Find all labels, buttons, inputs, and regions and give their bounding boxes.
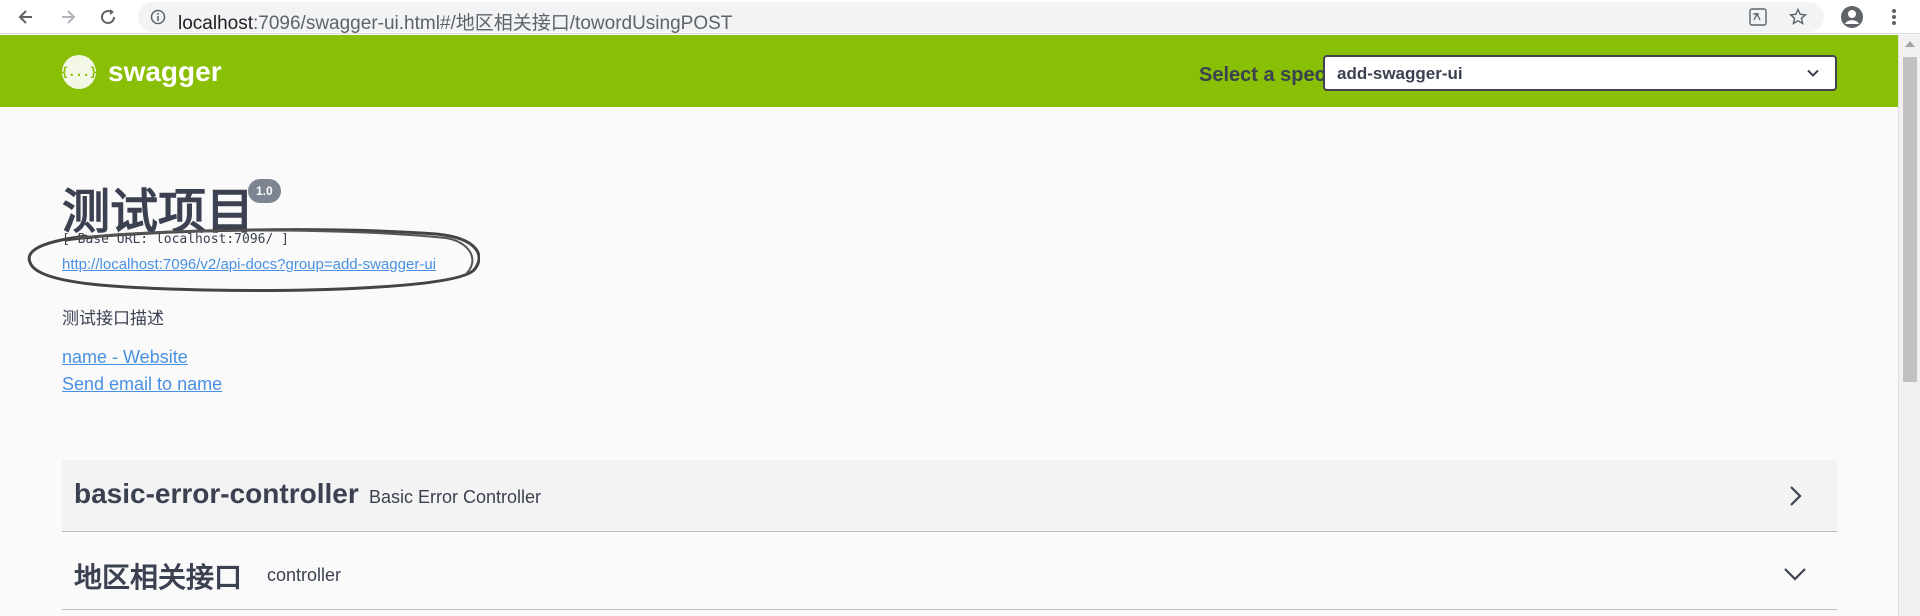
- contact-website-link[interactable]: name - Website: [62, 347, 188, 368]
- scroll-up-arrow-icon[interactable]: [1905, 41, 1915, 47]
- scrollbar-thumb[interactable]: [1903, 57, 1917, 382]
- tag-name: 地区相关接口: [74, 562, 243, 593]
- menu-kebab-icon[interactable]: [1882, 5, 1906, 29]
- spec-select[interactable]: add-swagger-ui: [1323, 55, 1837, 91]
- address-bar[interactable]: localhost:7096/swagger-ui.html#/地区相关接口/t…: [138, 2, 1824, 35]
- back-icon[interactable]: [14, 5, 38, 29]
- select-spec-label: Select a spec: [1199, 64, 1326, 86]
- url-path: :7096/swagger-ui.html#/地区相关接口/towordUsin…: [253, 13, 733, 34]
- bookmark-star-icon[interactable]: [1788, 7, 1808, 27]
- swagger-logo-text: swagger: [108, 56, 222, 87]
- translate-icon[interactable]: [1748, 7, 1768, 27]
- swagger-logo-icon: {...}: [61, 55, 97, 89]
- tag-name: basic-error-controller: [74, 478, 359, 509]
- contact-email-link[interactable]: Send email to name: [62, 374, 222, 395]
- profile-icon[interactable]: [1840, 5, 1864, 29]
- reload-icon[interactable]: [96, 5, 120, 29]
- chevron-down-icon: [1807, 69, 1819, 77]
- chevron-down-icon[interactable]: [1783, 562, 1807, 586]
- tag-description: controller: [267, 565, 342, 585]
- tag-basic-error-controller[interactable]: basic-error-controller Basic Error Contr…: [62, 460, 1837, 532]
- chevron-right-icon[interactable]: [1783, 484, 1807, 508]
- spec-select-value: add-swagger-ui: [1337, 64, 1463, 83]
- info-icon[interactable]: [148, 7, 168, 27]
- version-badge: 1.0: [248, 179, 281, 203]
- tag-description: Basic Error Controller: [369, 487, 542, 507]
- hand-drawn-circle-annotation: [27, 228, 480, 292]
- url-host: localhost: [178, 13, 253, 34]
- swagger-topbar: {...} swagger Select a spec add-swagger-…: [0, 35, 1898, 107]
- page-scrollbar[interactable]: [1898, 35, 1920, 616]
- browser-toolbar: localhost:7096/swagger-ui.html#/地区相关接口/t…: [0, 0, 1920, 34]
- api-description: 测试接口描述: [62, 309, 164, 328]
- swagger-logo[interactable]: {...} swagger: [61, 55, 222, 89]
- tag-region-interface[interactable]: 地区相关接口 controller: [62, 538, 1837, 610]
- forward-icon[interactable]: [56, 5, 80, 29]
- url-text: localhost:7096/swagger-ui.html#/地区相关接口/t…: [178, 8, 732, 35]
